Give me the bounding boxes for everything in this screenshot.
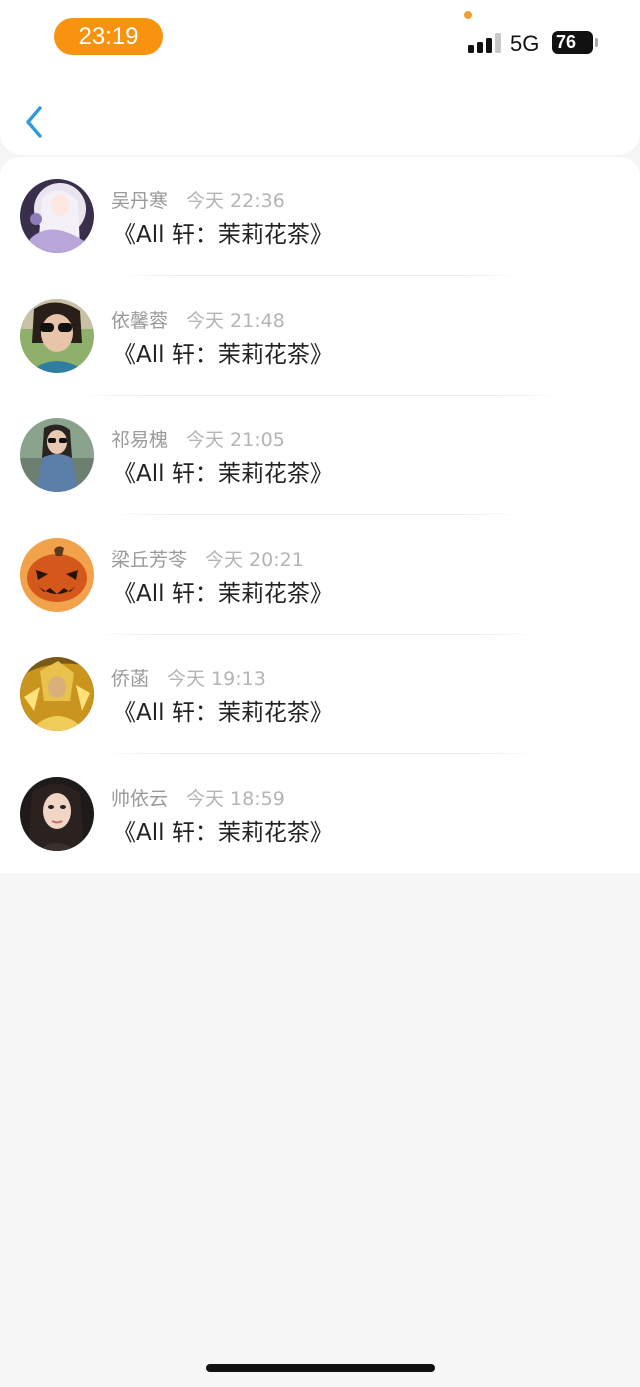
user-name: 祁易槐 — [111, 429, 169, 451]
user-name: 梁丘芳苓 — [111, 548, 188, 571]
home-indicator[interactable] — [206, 1364, 435, 1372]
timestamp: 今天 20:21 — [205, 548, 304, 571]
anime-girl-avatar[interactable] — [20, 179, 94, 253]
sitting-woman-avatar[interactable] — [20, 418, 94, 492]
item-meta: 侨菡 今天 19:13 — [111, 664, 266, 691]
list-item[interactable]: 侨菡 今天 19:13 《All 轩：茉莉花茶》 — [0, 635, 640, 755]
item-title: 《All 轩：茉莉花茶》 — [113, 700, 333, 726]
item-meta: 依馨蓉 今天 21:48 — [111, 306, 285, 333]
user-name: 吴丹寒 — [111, 190, 169, 212]
message-list: 吴丹寒 今天 22:36 《All 轩：茉莉花茶》 依馨蓉 今天 21:48 《Al… — [0, 157, 640, 873]
timestamp: 今天 21:05 — [186, 429, 285, 451]
privacy-indicator-dot — [464, 11, 472, 19]
item-meta: 祁易槐 今天 21:05 — [111, 425, 285, 452]
user-name: 依馨蓉 — [111, 309, 169, 332]
chevron-left-icon — [26, 106, 42, 138]
battery-icon: 76 — [552, 31, 593, 54]
woman-portrait-avatar[interactable] — [20, 776, 94, 851]
item-title: 《All 轩：茉莉花茶》 — [113, 341, 333, 368]
network-type: 5G — [510, 31, 540, 56]
sunglasses-woman-avatar[interactable] — [20, 298, 94, 373]
list-item[interactable]: 祁易槐 今天 21:05 《All 轩：茉莉花茶》 — [0, 396, 640, 516]
list-item[interactable]: 吴丹寒 今天 22:36 《All 轩：茉莉花茶》 — [0, 157, 640, 277]
list-item[interactable]: 梁丘芳苓 今天 20:21 《All 轩：茉莉花茶》 — [0, 516, 640, 636]
item-meta: 梁丘芳苓 今天 20:21 — [111, 545, 304, 572]
golden-warrior-avatar[interactable] — [20, 657, 94, 731]
battery-cap — [595, 38, 598, 47]
list-item[interactable]: 依馨蓉 今天 21:48 《All 轩：茉莉花茶》 — [0, 277, 640, 397]
user-name: 帅依云 — [111, 787, 169, 810]
status-time[interactable]: 23:19 — [54, 18, 163, 55]
back-button[interactable] — [22, 104, 50, 140]
header-area: 23:19 5G 76 — [0, 0, 640, 155]
timestamp: 今天 21:48 — [186, 309, 285, 332]
item-meta: 吴丹寒 今天 22:36 — [111, 186, 285, 213]
timestamp: 今天 18:59 — [186, 787, 285, 810]
item-meta: 帅依云 今天 18:59 — [111, 784, 285, 811]
item-title: 《All 轩：茉莉花茶》 — [113, 580, 333, 607]
timestamp: 今天 19:13 — [167, 668, 266, 690]
item-title: 《All 轩：茉莉花茶》 — [113, 819, 333, 846]
user-name: 侨菡 — [111, 668, 150, 690]
pumpkin-avatar[interactable] — [20, 537, 94, 612]
item-title: 《All 轩：茉莉花茶》 — [113, 461, 333, 487]
list-item[interactable]: 帅依云 今天 18:59 《All 轩：茉莉花茶》 — [0, 755, 640, 875]
timestamp: 今天 22:36 — [186, 190, 285, 212]
cellular-signal-icon — [468, 33, 502, 53]
item-title: 《All 轩：茉莉花茶》 — [113, 222, 333, 248]
battery-level: 76 — [556, 32, 577, 52]
